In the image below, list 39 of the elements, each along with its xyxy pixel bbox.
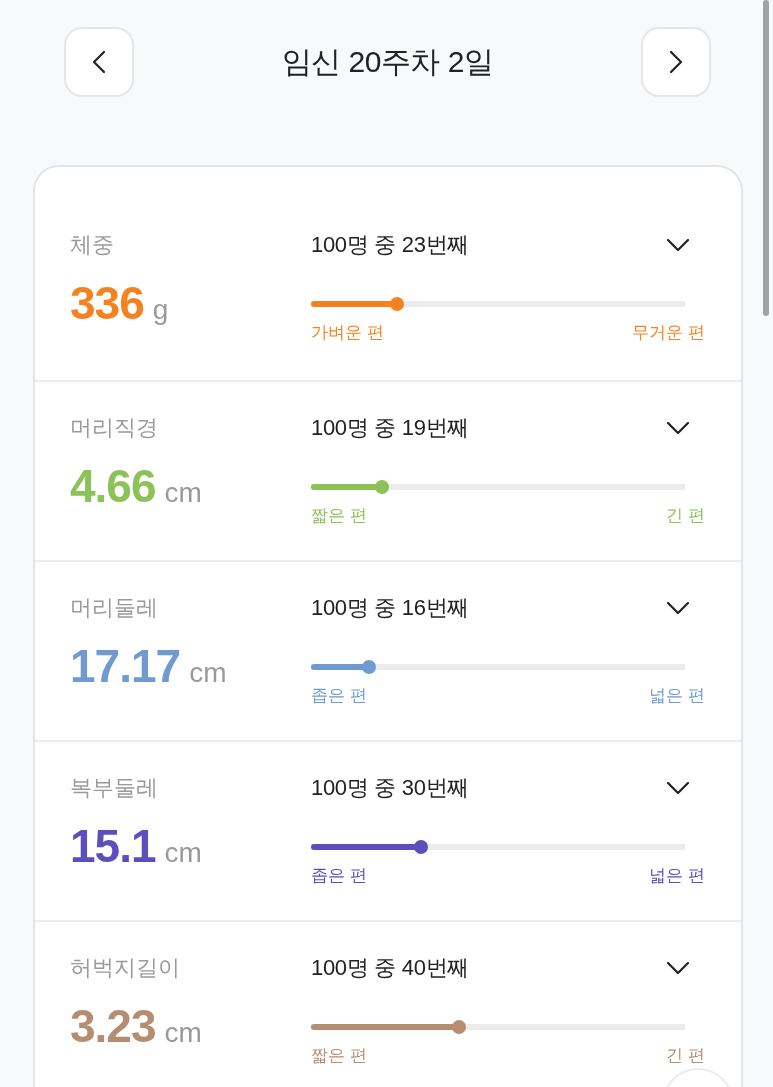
unit-text: g [152, 293, 169, 327]
low-end-label: 가벼운 편 [311, 322, 384, 344]
chevron-right-icon [670, 51, 682, 73]
unit-text: cm [164, 476, 202, 510]
measurement-label: 허벅지길이 [70, 954, 180, 982]
rank-text: 100명 중 19번째 [311, 414, 470, 442]
high-end-label: 긴 편 [666, 1045, 705, 1067]
rank-text: 100명 중 40번째 [311, 954, 470, 982]
measurement-label: 머리직경 [70, 414, 158, 442]
high-end-label: 긴 편 [666, 505, 705, 527]
rank-text: 100명 중 30번째 [311, 774, 470, 802]
rank-text: 100명 중 23번째 [311, 231, 470, 259]
chevron-down-icon[interactable] [667, 962, 689, 974]
unit-text: cm [164, 836, 202, 870]
chevron-down-icon[interactable] [667, 239, 689, 251]
rank-text: 100명 중 16번째 [311, 594, 470, 622]
measurement-value: 17.17 [70, 639, 181, 694]
low-end-label: 짧은 편 [311, 505, 367, 527]
high-end-label: 넓은 편 [649, 865, 705, 887]
unit-text: cm [189, 656, 227, 690]
measurement-value: 15.1 [70, 819, 156, 874]
measurement-label: 머리둘레 [70, 594, 158, 622]
high-end-label: 넓은 편 [649, 685, 705, 707]
measurement-label: 체중 [70, 231, 114, 259]
chevron-down-icon[interactable] [667, 782, 689, 794]
chevron-down-icon[interactable] [667, 422, 689, 434]
low-end-label: 짧은 편 [311, 1045, 367, 1067]
low-end-label: 좁은 편 [311, 865, 367, 887]
chevron-down-icon[interactable] [667, 602, 689, 614]
page-title: 임신 20주차 2일 [281, 43, 494, 80]
measurement-value: 336 [70, 276, 144, 331]
chevron-left-icon [93, 51, 105, 73]
scrollbar-thumb[interactable] [763, 0, 769, 316]
measurement-value: 4.66 [70, 459, 156, 514]
high-end-label: 무거운 편 [632, 322, 705, 344]
measurement-label: 복부둘레 [70, 774, 158, 802]
low-end-label: 좁은 편 [311, 685, 367, 707]
unit-text: cm [164, 1016, 202, 1050]
measurement-value: 3.23 [70, 999, 156, 1054]
